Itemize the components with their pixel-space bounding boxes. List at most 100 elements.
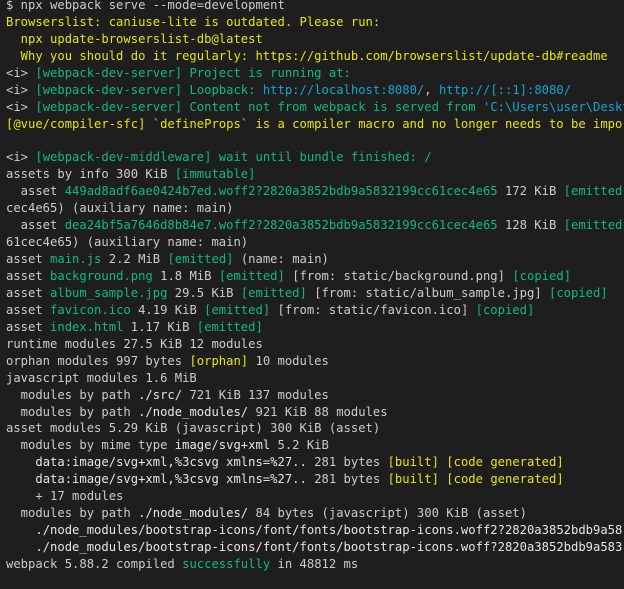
terminal-text-segment: 172 KiB xyxy=(497,184,564,199)
terminal-text-segment: modules by path xyxy=(6,506,139,521)
terminal-text-segment: cec4e65) (auxiliary name: main) xyxy=(6,201,234,216)
terminal-text-segment: 721 KiB 137 modules xyxy=(182,387,329,402)
terminal-line: [@vue/compiler-sfc] `defineProps` is a c… xyxy=(6,116,624,133)
terminal-text-segment: [emitted] xyxy=(240,285,307,300)
terminal-output-panel[interactable]: $ npx webpack serve --mode=development Br… xyxy=(0,0,624,589)
terminal-text-segment: Why you should do it regularly: https://… xyxy=(6,48,608,63)
terminal-line: modules by path ./node_modules/ 84 bytes… xyxy=(6,505,624,522)
terminal-text-segment: album_sample.jpg xyxy=(50,285,168,300)
terminal-text-segment: <i> xyxy=(6,65,36,80)
terminal-line: + 17 modules xyxy=(6,488,624,505)
terminal-text-segment: [webpack-dev-server] xyxy=(35,99,183,114)
terminal-text-segment: $ npx webpack serve --mode=development xyxy=(6,0,285,12)
terminal-text-segment: asset xyxy=(6,319,51,334)
terminal-text-segment: 281 bytes xyxy=(306,472,388,487)
terminal-text-segment: [from: static/album_sample.jpg] xyxy=(306,285,549,300)
terminal-line: ./node_modules/bootstrap-icons/font/font… xyxy=(6,539,624,556)
terminal-line: asset main.js 2.2 MiB [emitted] (name: m… xyxy=(6,251,624,268)
terminal-text-segment: 10 modules xyxy=(248,353,329,368)
terminal-text-segment: ./node_modules/bootstrap-icons/font/font… xyxy=(35,540,624,554)
terminal-line: modules by path ./src/ 721 KiB 137 modul… xyxy=(6,387,624,404)
terminal-line: $ npx webpack serve --mode=development xyxy=(6,0,624,14)
terminal-text-segment: Content not from webpack is served from xyxy=(182,99,483,114)
terminal-line: <i> [webpack-dev-server] Project is runn… xyxy=(6,65,624,82)
terminal-text-segment: ./src/ xyxy=(138,387,183,402)
terminal-text-segment: npx update-browserslist-db@latest xyxy=(6,31,263,46)
terminal-line: assets by info 300 KiB [immutable] xyxy=(6,166,624,183)
terminal-text-segment: 2.2 MiB xyxy=(101,252,168,267)
terminal-text-segment: http://[::1]:8080/ xyxy=(438,82,572,97)
terminal-text-segment: [webpack-dev-server] xyxy=(35,82,183,97)
terminal-text-segment: 281 bytes xyxy=(306,455,388,470)
terminal-line: webpack 5.88.2 compiled successfully in … xyxy=(6,556,624,573)
terminal-text-segment: 128 KiB xyxy=(497,218,564,233)
terminal-text-segment: modules by path xyxy=(6,387,139,402)
terminal-text-segment: [emitted] xyxy=(167,252,234,267)
terminal-text-segment: 'C:\Users\user\Desktop\ xyxy=(482,99,624,114)
terminal-line: data:image/svg+xml,%3csvg xmlns=%27.. 28… xyxy=(6,454,624,471)
terminal-line: <i> [webpack-dev-middleware] wait until … xyxy=(6,149,624,166)
terminal-text-segment: javascript modules 1.6 MiB xyxy=(6,370,197,385)
terminal-text-segment: main.js xyxy=(50,252,102,267)
terminal-text-segment: + 17 modules xyxy=(6,489,124,504)
terminal-line: javascript modules 1.6 MiB xyxy=(6,370,624,387)
terminal-text-segment: Project is running at: xyxy=(182,65,351,80)
terminal-line: cec4e65) (auxiliary name: main) xyxy=(6,200,624,217)
terminal-text-segment: index.html xyxy=(50,319,124,334)
terminal-line: <i> [webpack-dev-server] Content not fro… xyxy=(6,99,624,116)
terminal-line: 61cec4e65) (auxiliary name: main) xyxy=(6,234,624,251)
terminal-text-segment: 61cec4e65) (auxiliary name: main) xyxy=(6,235,249,250)
terminal-text-segment: [webpack-dev-server] xyxy=(35,65,183,80)
terminal-text-segment: [built] xyxy=(387,455,439,470)
terminal-text-segment: 29.5 KiB xyxy=(167,285,241,300)
terminal-text-segment: [from: static/favicon.ico] xyxy=(270,302,476,317)
terminal-text-segment: background.png xyxy=(50,269,153,283)
terminal-text-segment: [immutable] xyxy=(174,167,256,182)
terminal-text-segment: in 48812 ms xyxy=(270,556,359,571)
terminal-line: Browserslist: caniuse-lite is outdated. … xyxy=(6,14,624,31)
terminal-line: <i> [webpack-dev-server] Loopback: http:… xyxy=(6,82,624,99)
terminal-text-segment: modules by mime type xyxy=(6,438,175,453)
terminal-line: asset dea24bf5a7646d8b84e7.woff2?2820a38… xyxy=(6,217,624,234)
terminal-text-segment: image/svg+xml xyxy=(174,438,271,453)
terminal-line: modules by path ./node_modules/ 921 KiB … xyxy=(6,404,624,421)
terminal-text-segment: data:image/svg+xml,%3csvg xmlns=%27.. xyxy=(35,472,307,487)
terminal-text-segment: asset xyxy=(6,285,51,300)
terminal-text-segment: favicon.ico xyxy=(50,302,131,317)
terminal-text-segment: <i> xyxy=(6,150,36,165)
terminal-text-segment: asset modules 5.29 KiB (javascript) 300 … xyxy=(6,421,381,436)
terminal-text-segment: 4.19 KiB xyxy=(130,302,205,317)
terminal-text-segment: [emitted] xyxy=(218,269,285,283)
terminal-line: asset 449ad8adf6ae0424b7ed.woff2?2820a38… xyxy=(6,183,624,200)
terminal-text-segment: [copied] xyxy=(512,269,572,283)
terminal-text-segment: http://localhost:8080/ xyxy=(262,82,425,97)
terminal-text-segment: Browserslist: caniuse-lite is outdated. … xyxy=(6,14,381,29)
terminal-text-segment: ./node_modules/bootstrap-icons/font/font… xyxy=(35,523,624,538)
terminal-text-segment: asset xyxy=(6,218,65,233)
terminal-text-segment: , xyxy=(424,82,439,97)
terminal-line: npx update-browserslist-db@latest xyxy=(6,31,624,48)
terminal-text-segment: <i> xyxy=(6,82,36,97)
terminal-text-segment: [from: static/background.png] xyxy=(284,269,513,283)
terminal-text-segment: dea24bf5a7646d8b84e7.woff2?2820a3852bdb9… xyxy=(64,218,498,233)
terminal-text-segment: ./node_modules/ xyxy=(138,506,249,521)
terminal-text-segment: assets by info 300 KiB xyxy=(6,167,175,182)
terminal-line: asset background.png 1.8 MiB [emitted] [… xyxy=(6,268,624,285)
terminal-text-segment: asset xyxy=(6,184,65,199)
terminal-text-segment: [code generated] xyxy=(446,455,564,470)
terminal-text-segment: 1.17 KiB xyxy=(123,319,197,334)
terminal-text-segment: successfully xyxy=(182,556,271,571)
terminal-text-segment: ./node_modules/ xyxy=(138,404,249,419)
terminal-line: ./node_modules/bootstrap-icons/font/font… xyxy=(6,522,624,539)
terminal-line: runtime modules 27.5 KiB 12 modules xyxy=(6,336,624,353)
terminal-line: data:image/svg+xml,%3csvg xmlns=%27.. 28… xyxy=(6,471,624,488)
terminal-text-segment: runtime modules 27.5 KiB 12 modules xyxy=(6,336,263,351)
terminal-line: orphan modules 997 bytes [orphan] 10 mod… xyxy=(6,353,624,370)
terminal-line: asset modules 5.29 KiB (javascript) 300 … xyxy=(6,420,624,437)
terminal-text-segment: asset xyxy=(6,252,51,267)
terminal-text-segment: wait until bundle finished: / xyxy=(211,150,432,165)
terminal-lines: $ npx webpack serve --mode=development Br… xyxy=(6,0,624,573)
